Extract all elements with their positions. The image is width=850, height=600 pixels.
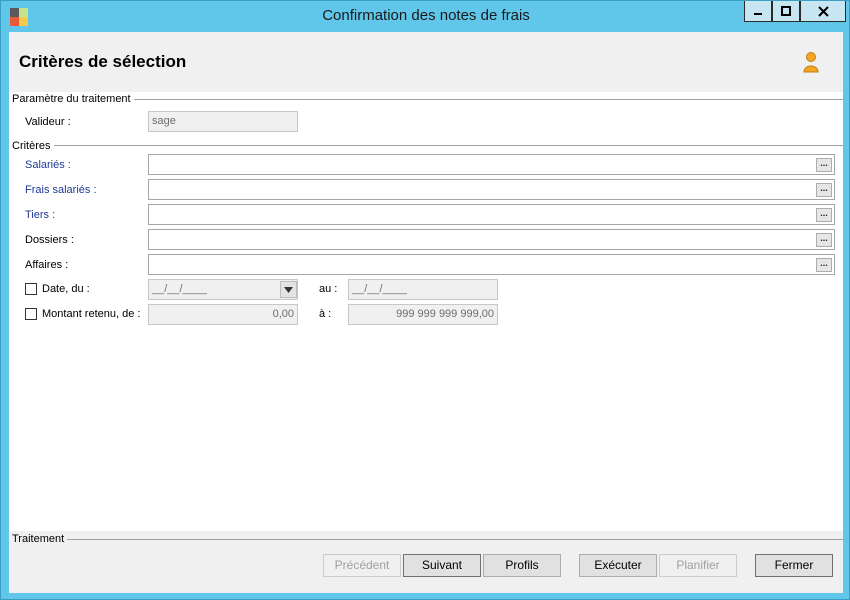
frais-salaries-field[interactable]	[148, 179, 835, 200]
tiers-label[interactable]: Tiers :	[25, 209, 55, 221]
profils-button[interactable]: Profils	[483, 554, 561, 577]
window-title: Confirmation des notes de frais	[322, 7, 530, 24]
client-area: Critères de sélection Paramètre du trait…	[9, 32, 843, 593]
minimize-icon	[754, 13, 762, 15]
date-checkbox[interactable]	[25, 283, 37, 295]
close-button[interactable]	[800, 1, 846, 22]
page-title: Critères de sélection	[19, 52, 187, 71]
suivant-button[interactable]: Suivant	[403, 554, 481, 577]
salaries-field[interactable]	[148, 154, 835, 175]
group-divider	[47, 145, 843, 146]
montant-de-label: Montant retenu, de :	[42, 308, 141, 320]
planifier-button[interactable]: Planifier	[659, 554, 737, 577]
salaries-browse-button[interactable]: ...	[816, 158, 832, 172]
precedent-button[interactable]: Précédent	[323, 554, 401, 577]
maximize-icon	[781, 6, 791, 16]
group-label-traitement: Traitement	[12, 533, 68, 545]
montant-a-label: à :	[319, 308, 332, 320]
title-bar[interactable]: Confirmation des notes de frais	[1, 1, 850, 32]
dossiers-field[interactable]	[148, 229, 835, 250]
affaires-browse-button[interactable]: ...	[816, 258, 832, 272]
montant-checkbox[interactable]	[25, 308, 37, 320]
date-au-field[interactable]: __/__/____	[348, 279, 498, 300]
app-window: Confirmation des notes de frais Critères…	[0, 0, 850, 600]
montant-de-field[interactable]: 0,00	[148, 304, 298, 325]
frais-salaries-browse-button[interactable]: ...	[816, 183, 832, 197]
close-icon	[817, 5, 829, 17]
group-label-parametre: Paramètre du traitement	[12, 93, 134, 105]
dossiers-label: Dossiers :	[25, 234, 74, 246]
maximize-button[interactable]	[772, 1, 800, 22]
date-au-label: au :	[319, 283, 338, 295]
date-du-field[interactable]: __/__/____	[148, 279, 298, 300]
tiers-field[interactable]	[148, 204, 835, 225]
valideur-field: sage	[148, 111, 298, 132]
date-du-label: Date, du :	[42, 283, 90, 295]
dossiers-browse-button[interactable]: ...	[816, 233, 832, 247]
minimize-button[interactable]	[744, 1, 772, 22]
valideur-label: Valideur :	[25, 116, 71, 128]
group-divider	[65, 539, 843, 540]
executer-button[interactable]: Exécuter	[579, 554, 657, 577]
chevron-down-icon	[284, 286, 293, 293]
group-label-criteres: Critères	[12, 140, 54, 152]
user-icon[interactable]	[802, 51, 820, 73]
salaries-label[interactable]: Salariés :	[25, 159, 71, 171]
affaires-field[interactable]	[148, 254, 835, 275]
frais-salaries-label[interactable]: Frais salariés :	[25, 184, 97, 196]
fermer-button[interactable]: Fermer	[755, 554, 833, 577]
group-divider	[127, 99, 843, 100]
page-header: Critères de sélection	[9, 32, 843, 92]
tiers-browse-button[interactable]: ...	[816, 208, 832, 222]
date-du-dropdown[interactable]	[280, 281, 297, 298]
montant-a-field[interactable]: 999 999 999 999,00	[348, 304, 498, 325]
affaires-label: Affaires :	[25, 259, 69, 271]
